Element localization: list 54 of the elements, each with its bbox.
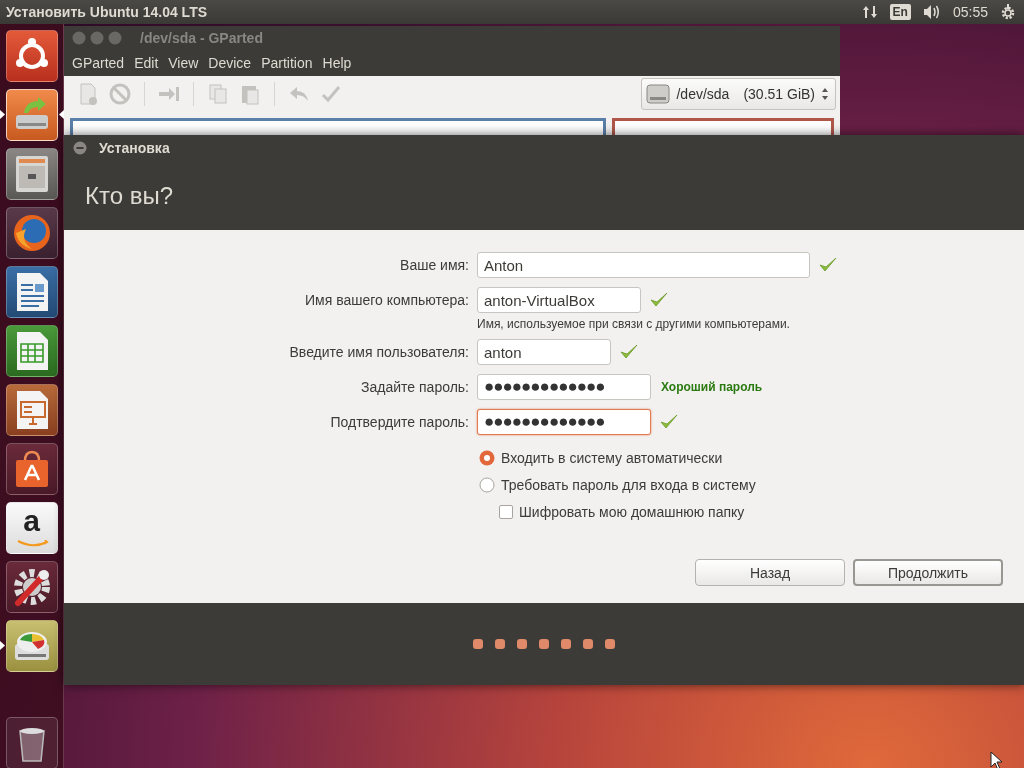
checkbox[interactable]	[499, 504, 513, 519]
installer-icon[interactable]	[5, 89, 58, 141]
file-cabinet-icon[interactable]	[5, 148, 58, 200]
password-field[interactable]: ●●●●●●●●●●●●●	[477, 409, 651, 435]
circle-logo-icon[interactable]	[5, 30, 58, 82]
menu-item[interactable]: GParted	[67, 55, 130, 71]
device-name: /dev/sda	[676, 86, 730, 102]
option-label: Входить в систему автоматически	[501, 449, 723, 466]
spreadsheet-icon[interactable]	[5, 325, 58, 377]
continue-button[interactable]: Продолжить	[853, 559, 1003, 586]
menu-item[interactable]: Edit	[129, 55, 164, 71]
field-label: Задайте пароль:	[360, 379, 469, 395]
wrench-gear-icon[interactable]	[5, 561, 58, 613]
clock[interactable]: 05:55	[952, 4, 988, 20]
field-label: Ваше имя:	[399, 257, 469, 273]
document-icon[interactable]	[5, 266, 58, 318]
option-label: Шифровать мою домашнюю папку	[519, 503, 745, 520]
network-icon[interactable]	[861, 4, 878, 20]
password-strength: Хороший пароль	[661, 380, 763, 394]
keyboard-layout-indicator[interactable]: En	[889, 4, 911, 20]
smile-arrow-icon	[16, 540, 49, 548]
radio-button[interactable]	[479, 449, 495, 466]
device-dropdown[interactable]: /dev/sda (30.51 GiB)	[641, 78, 836, 110]
field-label: Имя вашего компьютера:	[304, 292, 469, 308]
globe-icon[interactable]	[5, 207, 58, 259]
radio-button[interactable]	[479, 476, 495, 493]
menu-item[interactable]: View	[163, 55, 204, 71]
field-label: Подтвердите пароль:	[329, 414, 469, 430]
menu-item[interactable]: Device	[203, 55, 257, 71]
back-button[interactable]: Назад	[695, 559, 845, 586]
input-field[interactable]: Anton	[477, 252, 810, 278]
settings-icon[interactable]	[1000, 4, 1016, 20]
letter-glyph: a	[23, 506, 40, 536]
mouse-pointer-icon	[990, 751, 1003, 768]
input-field[interactable]: anton	[477, 339, 611, 365]
page-heading: Кто вы?	[85, 181, 174, 210]
shopping-bag-icon[interactable]	[5, 443, 58, 495]
menu-item[interactable]: Help	[317, 55, 357, 71]
window-title: Установить Ubuntu 14.04 LTS	[5, 4, 209, 20]
menu-item[interactable]: Partition	[256, 55, 318, 71]
disk-chart-icon[interactable]	[5, 620, 58, 672]
window-title: /dev/sda - GParted	[140, 30, 263, 46]
device-size: (30.51 GiB)	[743, 86, 815, 102]
hint-text: Имя, используемое при связи с другими компьютерами.	[477, 317, 790, 331]
input-field[interactable]: anton-VirtualBox	[477, 287, 641, 313]
option-label: Требовать пароль для входа в систему	[501, 476, 756, 493]
field-label: Введите имя пользователя:	[288, 344, 469, 360]
spinner-arrows-icon	[821, 87, 829, 101]
password-field[interactable]: ●●●●●●●●●●●●●	[477, 374, 651, 400]
window-title: Установка	[99, 140, 170, 156]
presentation-icon[interactable]	[5, 384, 58, 436]
volume-icon[interactable]	[922, 4, 941, 20]
trash-icon[interactable]	[5, 717, 58, 768]
amazon-icon[interactable]: a	[5, 502, 58, 554]
